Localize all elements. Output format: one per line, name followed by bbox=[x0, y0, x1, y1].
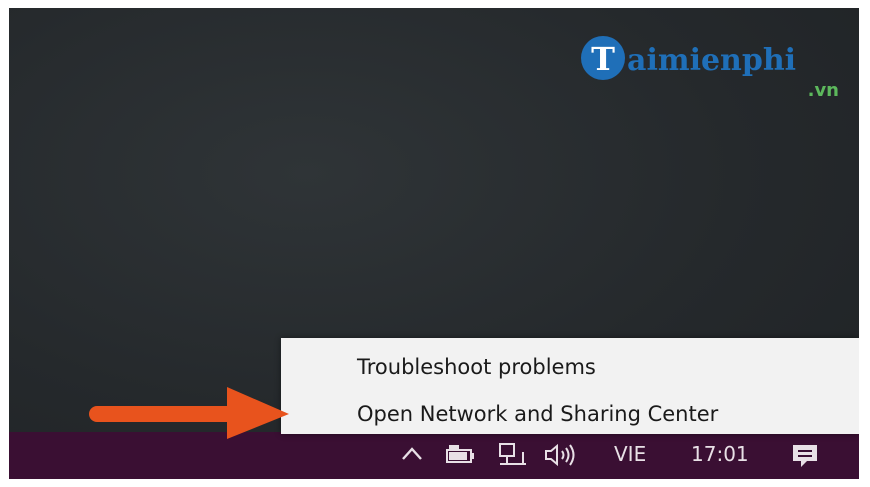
network-context-menu: Troubleshoot problems Open Network and S… bbox=[281, 338, 859, 434]
menu-item-network-sharing-center[interactable]: Open Network and Sharing Center bbox=[357, 402, 718, 426]
battery-icon[interactable] bbox=[445, 444, 477, 466]
taimienphi-logo: T aimienphi .vn bbox=[581, 36, 839, 101]
menu-item-troubleshoot[interactable]: Troubleshoot problems bbox=[357, 355, 596, 379]
svg-text:T: T bbox=[591, 40, 615, 78]
logo-brand-text: aimienphi bbox=[627, 43, 796, 78]
network-icon[interactable] bbox=[497, 442, 529, 468]
language-indicator[interactable]: VIE bbox=[614, 442, 646, 466]
arrow-right-icon bbox=[89, 387, 289, 439]
action-center-icon[interactable] bbox=[791, 442, 819, 470]
desktop: T aimienphi .vn VIE 17:01 Troubleshoot p… bbox=[9, 8, 859, 479]
chevron-up-icon[interactable] bbox=[401, 445, 423, 463]
logo-tld-text: .vn bbox=[808, 80, 839, 101]
volume-icon[interactable] bbox=[543, 442, 577, 468]
clock[interactable]: 17:01 bbox=[691, 442, 749, 466]
